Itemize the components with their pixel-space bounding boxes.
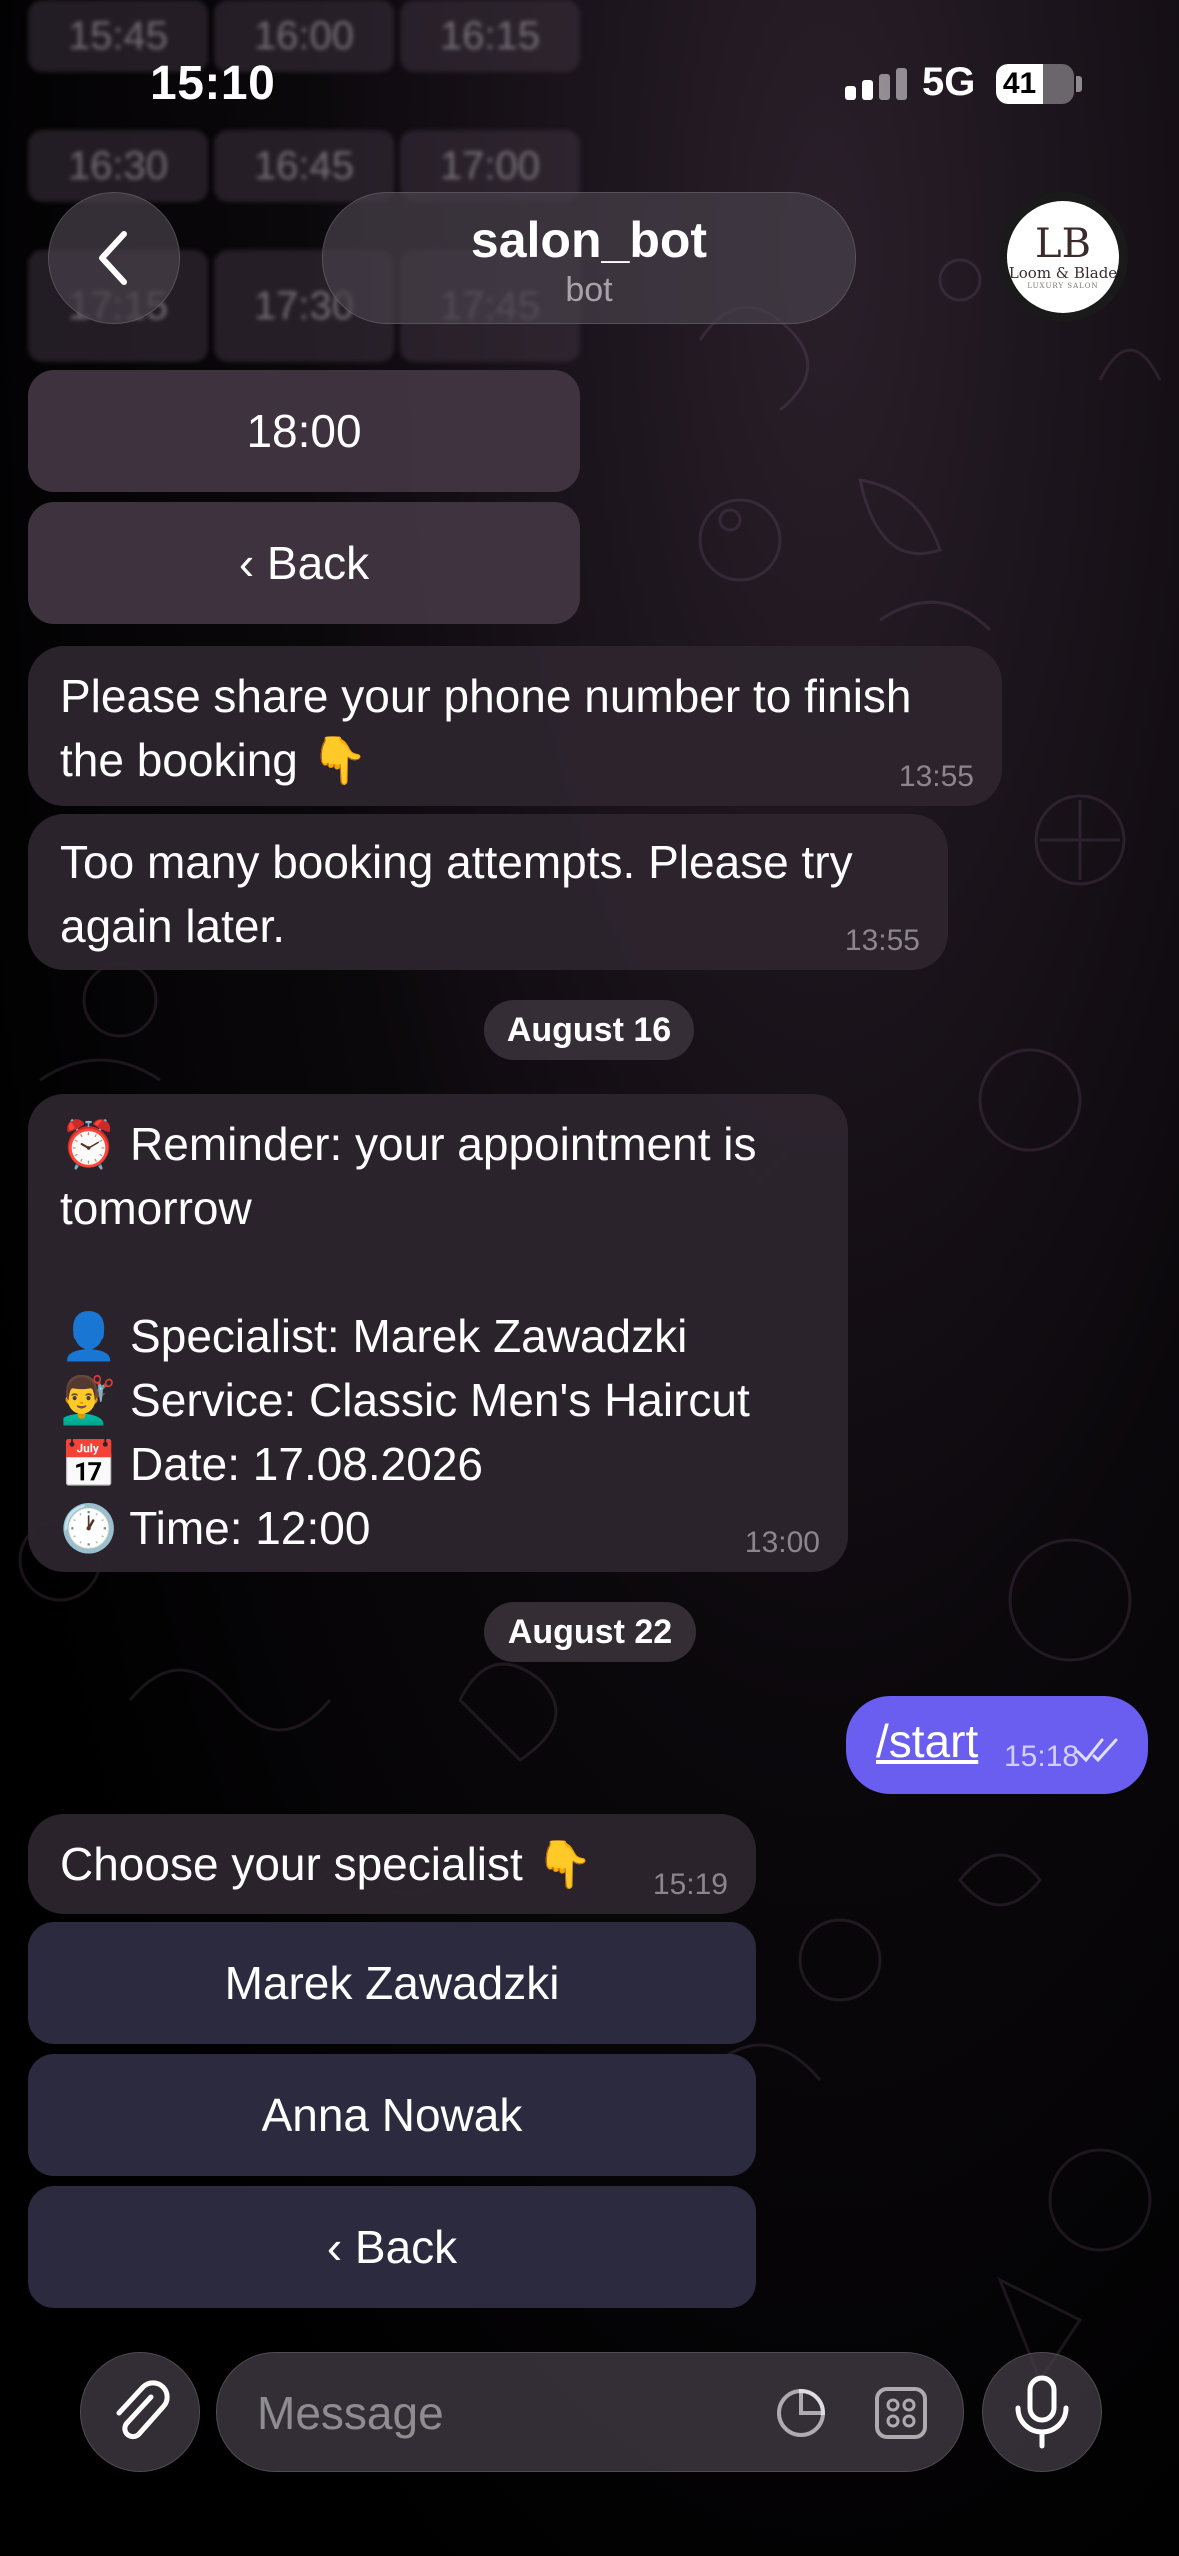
back-button[interactable] bbox=[48, 192, 180, 324]
time-slot-button[interactable]: 18:00 bbox=[28, 370, 580, 492]
battery-tip bbox=[1076, 76, 1082, 92]
reminder-date: 📅 Date: 17.08.2026 bbox=[60, 1438, 484, 1490]
message-time: 13:55 bbox=[844, 924, 920, 957]
message-text-line: the booking 👇 bbox=[60, 734, 368, 786]
reminder-bubble: ⏰ Reminder: your appointment is tomorrow… bbox=[28, 1094, 848, 1572]
avatar-tagline: LUXURY SALON bbox=[1027, 282, 1099, 290]
sticker-icon[interactable] bbox=[773, 2385, 829, 2441]
chat-title[interactable]: salon_bot bot bbox=[322, 192, 856, 324]
message-time: 13:00 bbox=[744, 1526, 820, 1559]
ghost-slot: 16:45 bbox=[214, 130, 394, 202]
message-bubble: Too many booking attempts. Please try ag… bbox=[28, 814, 948, 970]
grid-icon[interactable] bbox=[873, 2385, 929, 2441]
microphone-icon bbox=[1015, 2375, 1069, 2449]
network-label: 5G bbox=[922, 60, 976, 104]
reminder-time: 🕐 Time: 12:00 bbox=[60, 1502, 371, 1554]
reminder-spacer bbox=[60, 1240, 816, 1304]
battery-icon: 41 bbox=[996, 64, 1074, 104]
microphone-button[interactable] bbox=[982, 2352, 1102, 2472]
message-bubble: Please share your phone number to finish… bbox=[28, 646, 1002, 806]
attach-button[interactable] bbox=[80, 2352, 200, 2472]
back-keyboard-button[interactable]: ‹ Back bbox=[28, 502, 580, 624]
reminder-line: tomorrow bbox=[60, 1182, 252, 1234]
avatar[interactable]: LB Loom & Blade LUXURY SALON bbox=[998, 192, 1128, 322]
ghost-slot: 16:15 bbox=[400, 0, 580, 72]
message-time: 15:19 bbox=[652, 1868, 728, 1901]
chat-name: salon_bot bbox=[470, 212, 708, 268]
signal-icon bbox=[845, 68, 907, 100]
message-input[interactable] bbox=[255, 2353, 719, 2473]
double-check-icon bbox=[1076, 1738, 1118, 1763]
message-input-field[interactable] bbox=[216, 2352, 964, 2473]
back-keyboard-button[interactable]: ‹ Back bbox=[28, 2186, 756, 2308]
message-time: 15:18 bbox=[1004, 1740, 1080, 1773]
specialist-button-marek[interactable]: Marek Zawadzki bbox=[28, 1922, 756, 2044]
message-bubble: Choose your specialist 👇 15:19 bbox=[28, 1814, 756, 1914]
date-separator: August 16 bbox=[484, 1000, 694, 1060]
paperclip-icon bbox=[116, 2380, 170, 2440]
chat-subtitle: bot bbox=[565, 271, 613, 309]
message-text-line: again later. bbox=[60, 900, 286, 952]
outgoing-message: /start 15:18 bbox=[846, 1696, 1148, 1794]
date-separator: August 22 bbox=[484, 1602, 696, 1662]
message-time: 13:55 bbox=[898, 760, 974, 793]
message-text-line: Choose your specialist 👇 bbox=[60, 1838, 593, 1890]
battery-level: 41 bbox=[996, 64, 1043, 104]
avatar-logo: LB Loom & Blade LUXURY SALON bbox=[1007, 201, 1119, 313]
avatar-monogram: LB bbox=[1035, 221, 1091, 267]
reminder-line: ⏰ Reminder: your appointment is bbox=[60, 1118, 757, 1170]
chevron-left-icon bbox=[99, 231, 127, 285]
reminder-specialist: 👤 Specialist: Marek Zawadzki bbox=[60, 1310, 688, 1362]
avatar-brand: Loom & Blade bbox=[1008, 264, 1118, 282]
command-link[interactable]: /start bbox=[876, 1714, 978, 1768]
specialist-button-anna[interactable]: Anna Nowak bbox=[28, 2054, 756, 2176]
reminder-service: 💇‍♂️ Service: Classic Men's Haircut bbox=[60, 1374, 750, 1426]
status-time: 15:10 bbox=[150, 57, 276, 110]
message-text-line: Please share your phone number to finish bbox=[60, 670, 912, 722]
message-text-line: Too many booking attempts. Please try bbox=[60, 836, 853, 888]
